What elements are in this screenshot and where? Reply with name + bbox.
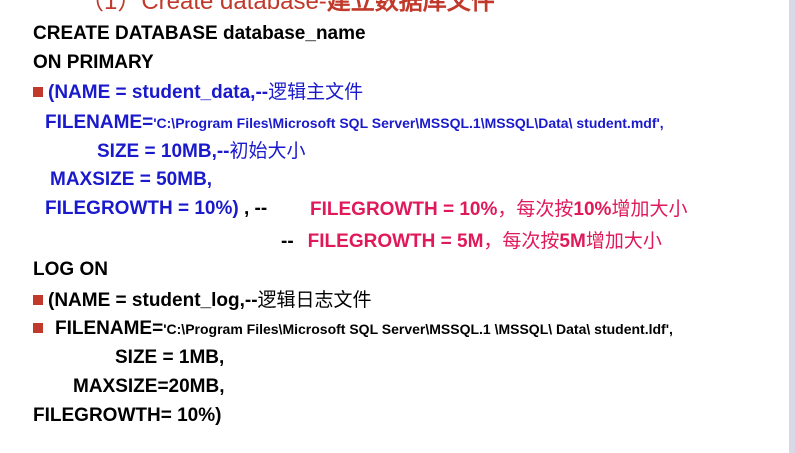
heading-cn: 建立数据库文件 <box>326 0 495 15</box>
line-name-data: (NAME = student_data,--逻辑主文件 <box>33 80 363 105</box>
slide-edge-border <box>789 0 795 453</box>
filename-data-path: 'C:\Program Files\Microsoft SQL Server\M… <box>153 115 664 131</box>
line-maxsize-log: MAXSIZE=20MB, <box>73 375 225 399</box>
note2-cn-a: ，每次按 <box>483 230 560 252</box>
name-data-comment: 逻辑主文件 <box>268 81 364 103</box>
on-primary-text: ON PRIMARY <box>33 52 154 73</box>
line-size-log: SIZE = 1MB, <box>115 346 224 370</box>
note2-cn-b: 增加大小 <box>585 230 662 252</box>
size-data-comment: 初始大小 <box>229 140 306 162</box>
name-data-text: (NAME = student_data,-- <box>48 82 269 103</box>
note1-pct: 10% <box>573 199 612 220</box>
square-bullet-icon <box>33 87 43 97</box>
line-create-database: CREATE DATABASE database_name <box>33 22 366 46</box>
square-bullet-icon <box>33 323 43 333</box>
filename-log-path: 'C:\Program Files\Microsoft SQL Server\M… <box>163 321 673 337</box>
size-log-text: SIZE = 1MB, <box>115 347 225 368</box>
line-note-mb: -- FILEGROWTH = 5M，每次按5M增加大小 <box>281 229 662 254</box>
note1-cn-b: 增加大小 <box>611 198 688 220</box>
create-text: CREATE DATABASE database_name <box>33 23 366 44</box>
maxsize-data-text: MAXSIZE = 50MB, <box>50 169 213 190</box>
line-filegrowth-log: FILEGROWTH= 10%) <box>33 404 221 428</box>
note2-content: FILEGROWTH = 5M，每次按5M增加大小 <box>307 230 662 252</box>
filename-label: FILENAME= <box>45 112 154 133</box>
line-on-primary: ON PRIMARY <box>33 51 154 75</box>
line-note-percent: FILEGROWTH = 10%，每次按10%增加大小 <box>310 197 687 222</box>
name-log-text: (NAME = student_log,-- <box>48 290 258 311</box>
size-data-text: SIZE = 10MB,-- <box>97 141 230 162</box>
name-log-comment: 逻辑日志文件 <box>257 289 372 311</box>
note1-cn-a: ，每次按 <box>497 198 574 220</box>
maxsize-log-text: MAXSIZE=20MB, <box>73 376 225 397</box>
line-filename-log: FILENAME='C:\Program Files\Microsoft SQL… <box>33 317 673 341</box>
note1-en: FILEGROWTH = 10% <box>310 199 498 220</box>
line-filename-data: FILENAME='C:\Program Files\Microsoft SQL… <box>45 111 664 135</box>
line-filegrowth-data: FILEGROWTH = 10%) , -- <box>45 197 267 221</box>
note2-en: FILEGROWTH = 5M <box>307 231 484 252</box>
filename-log-label: FILENAME= <box>55 318 164 339</box>
line-size-data: SIZE = 10MB,--初始大小 <box>97 139 306 164</box>
square-bullet-icon <box>33 295 43 305</box>
filegrowth-log-text: FILEGROWTH= 10%) <box>33 405 222 426</box>
heading-prefix: （1）Create database- <box>80 0 327 15</box>
line-name-log: (NAME = student_log,--逻辑日志文件 <box>33 288 372 313</box>
filegrowth-separator: , -- <box>238 198 268 219</box>
log-on-text: LOG ON <box>33 259 108 280</box>
note2-val: 5M <box>559 231 586 252</box>
filegrowth-data-text: FILEGROWTH = 10%) <box>45 198 239 219</box>
line-log-on: LOG ON <box>33 258 108 282</box>
slide-heading: （1）Create database-建立数据库文件 <box>80 0 495 15</box>
note2-dash: -- <box>281 231 294 252</box>
line-maxsize-data: MAXSIZE = 50MB, <box>50 168 212 192</box>
